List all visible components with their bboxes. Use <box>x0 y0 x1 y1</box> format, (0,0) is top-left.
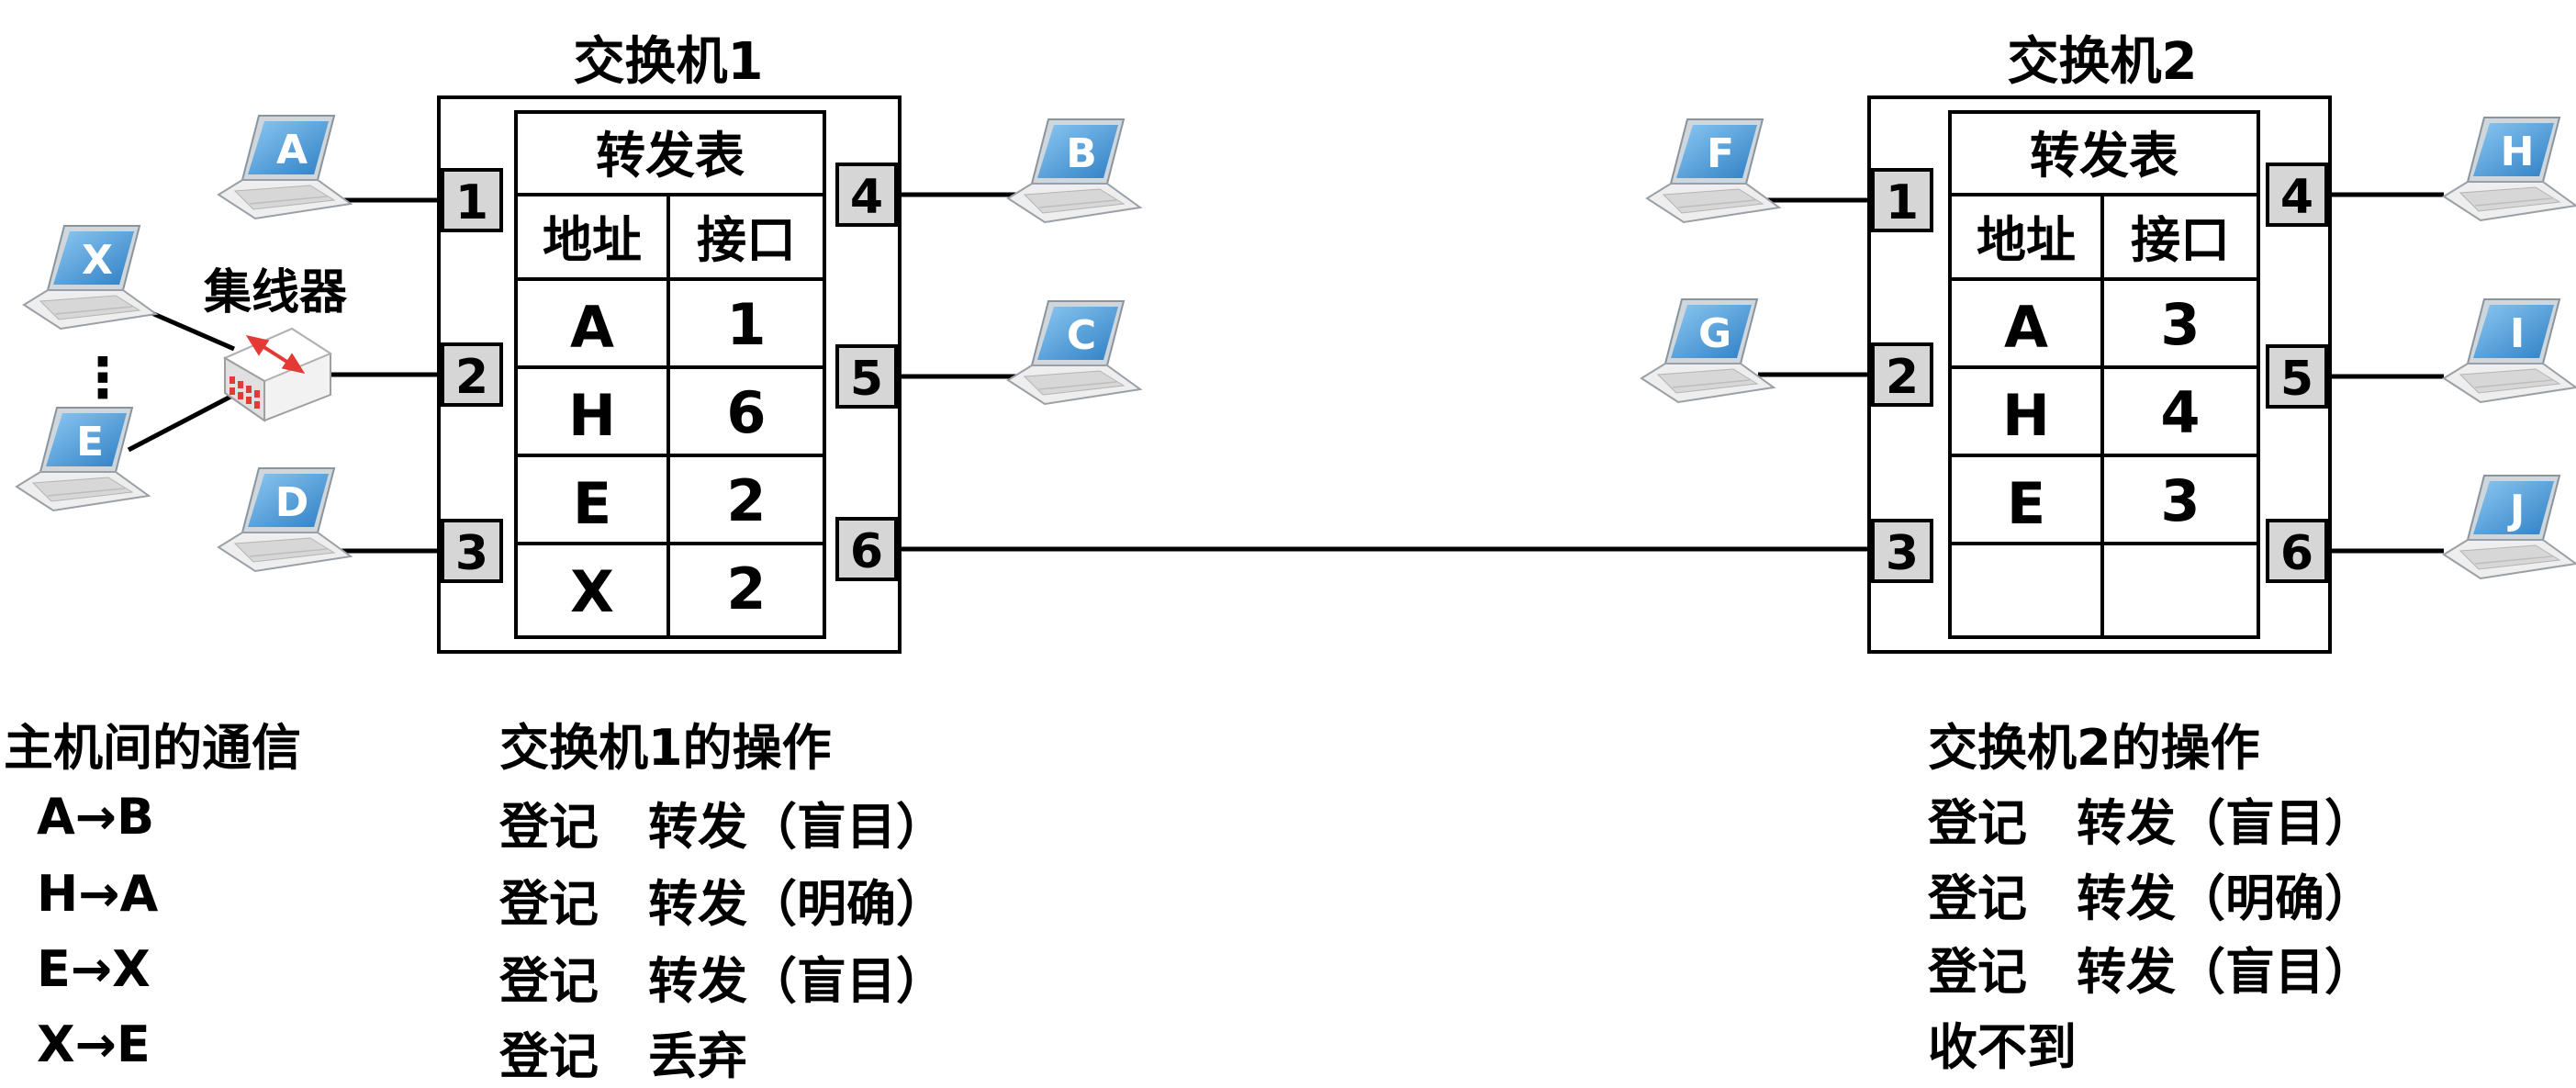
port-label: 4 <box>850 170 883 225</box>
switch-1-op: 登记 转发（明确） <box>499 875 946 933</box>
port-label: 3 <box>455 526 488 581</box>
port-label: 1 <box>455 175 488 230</box>
switch-1-ops-title: 交换机1的操作 <box>499 719 832 777</box>
port-label: 6 <box>850 524 883 579</box>
col-port: 接口 <box>2131 211 2230 269</box>
switch-2-op: 收不到 <box>1928 1018 2077 1076</box>
host-b: B <box>1007 118 1141 223</box>
host-label: D <box>275 479 309 526</box>
table-cell-port: 2 <box>726 467 766 534</box>
host-j: J <box>2443 475 2576 579</box>
table-cell-addr: X <box>570 558 614 625</box>
table-cell-port: 3 <box>2160 291 2200 358</box>
col-address: 地址 <box>543 211 642 269</box>
switch-1-title: 交换机1 <box>574 32 764 92</box>
switch-1-op: 登记 转发（盲目） <box>499 798 946 856</box>
port-label: 6 <box>2280 526 2313 581</box>
switch-2-ops-title: 交换机2的操作 <box>1928 719 2260 777</box>
table-cell-addr: A <box>570 294 614 361</box>
switch-2-op: 登记 转发（明确） <box>1928 869 2374 927</box>
communication-item: X→E <box>37 1015 151 1073</box>
table-cell-port: 1 <box>726 291 766 358</box>
table-title: 转发表 <box>2030 127 2178 185</box>
port-label: 1 <box>1886 175 1919 230</box>
table-cell-port: 3 <box>2160 467 2200 534</box>
switch-2-op: 登记 转发（盲目） <box>1928 943 2374 1001</box>
host-e: E <box>16 407 150 511</box>
table-cell-addr: A <box>2004 294 2048 361</box>
hub-label: 集线器 <box>203 265 348 320</box>
host-h: H <box>2443 117 2576 221</box>
port-label: 2 <box>455 350 488 405</box>
communication-item: E→X <box>37 940 151 998</box>
switch-1-op: 登记 丢弃 <box>499 1027 747 1085</box>
host-label: I <box>2510 310 2525 357</box>
switch-1-op: 登记 转发（盲目） <box>499 952 946 1010</box>
host-label: C <box>1067 312 1096 359</box>
host-label: B <box>1066 130 1097 177</box>
table-cell-addr: E <box>573 470 611 537</box>
table-cell-addr: E <box>2007 470 2045 537</box>
communication-item: A→B <box>37 788 155 846</box>
host-label: A <box>276 127 308 174</box>
port-label: 5 <box>850 352 883 407</box>
communication-item: H→A <box>37 865 159 923</box>
table-title: 转发表 <box>596 127 745 185</box>
host-label: H <box>2501 129 2535 175</box>
port-label: 4 <box>2280 170 2313 225</box>
host-g: G <box>1641 298 1775 403</box>
col-address: 地址 <box>1977 211 2076 269</box>
switch-2-title: 交换机2 <box>2008 32 2198 92</box>
host-label: X <box>82 237 113 284</box>
host-label: J <box>2507 487 2525 533</box>
port-label: 5 <box>2280 352 2313 407</box>
switch-2-op: 登记 转发（盲目） <box>1928 794 2374 852</box>
col-port: 接口 <box>697 211 796 269</box>
port-label: 3 <box>1886 526 1919 581</box>
host-i: I <box>2443 298 2576 403</box>
host-label: E <box>76 419 104 465</box>
switch-2: 交换机2 转发表 地址 接口 A 3 H 4 E 3 1 2 3 4 5 6 <box>1867 32 2332 654</box>
ellipsis-vertical: ⋮ <box>75 346 130 410</box>
host-label: G <box>1698 310 1731 357</box>
table-cell-port: 6 <box>726 379 766 446</box>
host-label: F <box>1707 130 1734 177</box>
table-cell-port: 4 <box>2160 379 2200 446</box>
port-label: 2 <box>1886 350 1919 405</box>
table-cell-port: 2 <box>726 555 766 623</box>
communication-title: 主机间的通信 <box>4 719 301 777</box>
host-f: F <box>1646 118 1780 223</box>
host-c: C <box>1007 300 1141 405</box>
host-d: D <box>218 467 352 572</box>
table-cell-addr: H <box>2002 382 2050 449</box>
switch-1: 交换机1 转发表 地址 接口 A 1 H 6 E 2 X 2 1 2 3 4 5… <box>437 32 902 654</box>
host-x: X <box>23 225 157 330</box>
table-cell-addr: H <box>568 382 616 449</box>
host-a: A <box>218 115 352 219</box>
